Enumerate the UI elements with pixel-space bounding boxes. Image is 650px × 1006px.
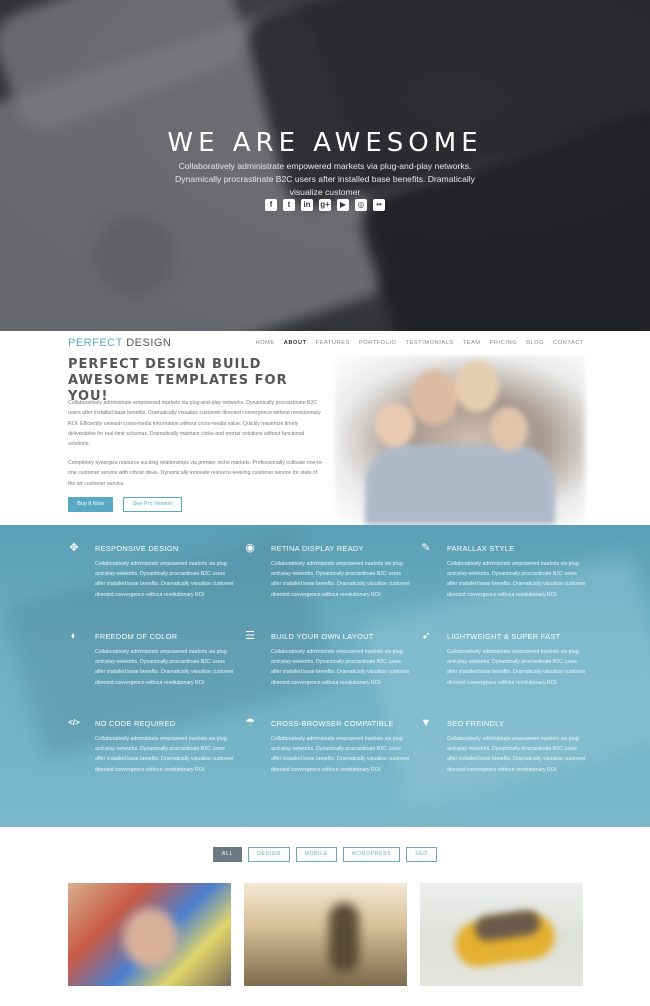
feature-description: Collaboratively administrate empowered m… <box>95 649 234 686</box>
filter-all-button[interactable]: ALL <box>213 847 243 862</box>
layout-icon: ☰ <box>245 630 255 642</box>
youtube-icon[interactable]: ▶ <box>337 198 349 211</box>
portfolio-filters: ALL DESIGN MOBILE WORDPRESS SEO <box>0 847 650 862</box>
feature-title: LIGHTWEIGHT & SUPER FAST <box>447 632 561 641</box>
feature-description: Collaboratively administrate empowered m… <box>271 736 410 773</box>
about-paragraph-1: Collaboratively administrate empowered m… <box>68 400 321 448</box>
feature-title: FREEDOM OF COLOR <box>95 632 178 641</box>
nav-item-pricing[interactable]: PRICING <box>490 340 518 346</box>
feature-title: RETINA DISPLAY READY <box>271 544 364 553</box>
eye-icon: ◉ <box>245 542 255 554</box>
filter-wordpress-button[interactable]: WORDPRESS <box>342 847 401 862</box>
umbrella-icon: ☂ <box>245 717 255 729</box>
hero-section: WE ARE AWESOME Collaboratively administr… <box>0 0 650 331</box>
google-plus-icon[interactable]: g+ <box>319 198 331 211</box>
feature-description: Collaboratively administrate empowered m… <box>447 561 586 598</box>
family-photo <box>335 355 585 525</box>
flickr-icon[interactable]: •• <box>373 198 385 211</box>
social-links: f t in g+ ▶ ◎ •• <box>0 196 650 214</box>
portfolio-item-2[interactable] <box>244 883 407 986</box>
hero-subtitle: Collaboratively administrate empowered m… <box>175 161 475 197</box>
rocket-icon: ➶ <box>421 630 431 642</box>
feature-title: PARALLAX STYLE <box>447 544 515 553</box>
magic-wand-icon: ✎ <box>421 542 431 554</box>
feature-description: Collaboratively administrate empowered m… <box>95 736 234 773</box>
filter-icon: ▼ <box>420 717 432 729</box>
facebook-icon[interactable]: f <box>265 198 277 211</box>
nav-item-about[interactable]: ABOUT <box>284 340 307 346</box>
feature-description: Collaboratively administrate empowered m… <box>271 649 410 686</box>
features-section: ✥ RESPONSIVE DESIGN Collaboratively admi… <box>0 525 650 827</box>
nav-item-portfolio[interactable]: PORTFOLIO <box>359 340 397 346</box>
feature-description: Collaboratively administrate empowered m… <box>95 561 234 598</box>
main-navigation: PERFECT DESIGN HOME ABOUT FEATURES PORTFOLI… <box>0 331 650 355</box>
about-paragraph-2: Completely synergize resource sucking re… <box>68 460 324 487</box>
brand-logo[interactable]: PERFECT DESIGN <box>68 337 171 349</box>
move-arrows-icon: ✥ <box>69 542 79 554</box>
feature-description: Collaboratively administrate empowered m… <box>447 649 586 686</box>
twitter-icon[interactable]: t <box>283 198 295 211</box>
instagram-icon[interactable]: ◎ <box>355 198 367 211</box>
brand-part-2: DESIGN <box>126 337 172 349</box>
about-section: PERFECT DESIGN BUILD AWESOME TEMPLATES F… <box>0 355 650 525</box>
feature-title: SEO FREINDLY <box>447 719 505 728</box>
feature-title: NO CODE REQUIRED <box>95 719 176 728</box>
nav-menu: HOME ABOUT FEATURES PORTFOLIO TESTIMONIALS TE… <box>247 340 584 346</box>
pro-version-button[interactable]: See Pro Version <box>123 497 182 512</box>
contrast-icon: ◐ <box>70 630 78 642</box>
feature-description: Collaboratively administrate empowered m… <box>271 561 410 598</box>
feature-title: CROSS-BROWSER COMPATIBLE <box>271 719 394 728</box>
filter-seo-button[interactable]: SEO <box>406 847 437 862</box>
nav-item-team[interactable]: TEAM <box>463 340 481 346</box>
nav-item-blog[interactable]: BLOG <box>526 340 544 346</box>
buy-now-button[interactable]: Buy It Now <box>68 497 113 512</box>
filter-mobile-button[interactable]: MOBILE <box>295 847 337 862</box>
hero-background-blur <box>95 215 175 295</box>
brand-part-1: PERFECT <box>68 337 123 349</box>
nav-item-testimonials[interactable]: TESTIMONIALS <box>406 340 454 346</box>
nav-item-features[interactable]: FEATURES <box>316 340 350 346</box>
portfolio-item-1[interactable] <box>68 883 231 986</box>
feature-title: RESPONSIVE DESIGN <box>95 544 179 553</box>
feature-title: BUILD YOUR OWN LAYOUT <box>271 632 374 641</box>
code-icon: </> <box>68 718 80 727</box>
feature-description: Collaboratively administrate empowered m… <box>447 736 586 773</box>
filter-design-button[interactable]: DESIGN <box>248 847 290 862</box>
nav-item-home[interactable]: HOME <box>256 340 275 346</box>
hero-title: WE ARE AWESOME <box>167 128 483 158</box>
linkedin-icon[interactable]: in <box>301 198 313 211</box>
portfolio-item-3[interactable] <box>420 883 583 986</box>
nav-item-contact[interactable]: CONTACT <box>553 340 584 346</box>
